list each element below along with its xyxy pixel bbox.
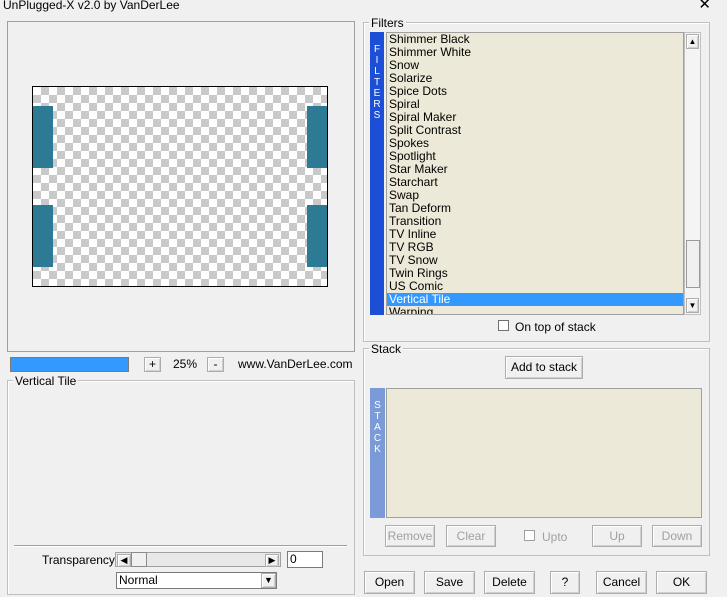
slider-right-icon[interactable]: ▶ <box>265 554 279 567</box>
transparency-input[interactable]: 0 <box>287 551 323 568</box>
filters-list[interactable]: Shimmer Black Shimmer White Snow Solarize Sp… <box>386 32 684 315</box>
cancel-button[interactable]: Cancel <box>596 571 647 594</box>
zoom-out-button[interactable]: - <box>207 357 224 372</box>
filter-item[interactable]: Shimmer White <box>387 46 683 59</box>
filters-strip-letter: E <box>373 88 381 99</box>
down-button[interactable]: Down <box>652 525 702 547</box>
up-button[interactable]: Up <box>592 525 642 547</box>
preview-tile <box>307 205 327 267</box>
scroll-thumb[interactable] <box>686 240 700 288</box>
filters-strip-letter: S <box>373 110 381 121</box>
effect-group-label: Vertical Tile <box>13 374 79 388</box>
chevron-down-icon[interactable]: ▼ <box>261 573 276 588</box>
zoom-in-button[interactable]: + <box>144 357 161 372</box>
delete-button[interactable]: Delete <box>484 571 535 594</box>
zoom-level: 25% <box>173 357 198 371</box>
slider-left-icon[interactable]: ◀ <box>117 554 131 567</box>
stack-strip-letter: K <box>374 444 381 455</box>
upto-checkbox[interactable] <box>524 530 535 541</box>
remove-button[interactable]: Remove <box>385 525 435 547</box>
stack-strip: STACK <box>370 388 385 518</box>
filters-strip: FILTERS <box>370 32 384 315</box>
progress-bar <box>10 357 129 372</box>
preview-tile <box>307 106 327 168</box>
filters-strip-letter: L <box>374 66 380 77</box>
filter-item[interactable]: Spice Dots <box>387 85 683 98</box>
upto-label: Upto <box>542 530 568 544</box>
on-top-label: On top of stack <box>515 320 596 334</box>
filters-group-label: Filters <box>369 16 406 30</box>
blend-mode-value: Normal <box>119 573 158 587</box>
close-icon[interactable]: ✕ <box>698 0 711 12</box>
clear-button[interactable]: Clear <box>446 525 496 547</box>
save-button[interactable]: Save <box>424 571 475 594</box>
stack-strip-letter: C <box>373 433 382 444</box>
filter-item[interactable]: Warping <box>387 306 683 315</box>
filters-strip-letter: I <box>375 55 379 66</box>
scroll-up-icon[interactable]: ▲ <box>686 34 699 49</box>
ok-button[interactable]: OK <box>656 571 707 594</box>
open-button[interactable]: Open <box>364 571 415 594</box>
blend-mode-select[interactable]: Normal ▼ <box>116 572 277 589</box>
on-top-checkbox[interactable] <box>498 320 509 331</box>
preview-tile <box>33 205 53 267</box>
stack-list[interactable] <box>386 388 702 518</box>
preview-tile <box>33 106 53 168</box>
filters-strip-letter: T <box>373 77 381 88</box>
preview-canvas[interactable] <box>32 86 328 287</box>
stack-strip-letter: S <box>374 400 381 411</box>
window-title: UnPlugged-X v2.0 by VanDerLee <box>3 0 180 12</box>
transparency-label: Transparency <box>42 553 115 567</box>
website-link[interactable]: www.VanDerLee.com <box>238 357 353 371</box>
divider <box>14 545 347 547</box>
filters-strip-letter: R <box>373 99 381 110</box>
filters-strip-letter: F <box>373 44 381 55</box>
filter-item[interactable]: Split Contrast <box>387 124 683 137</box>
filter-item[interactable]: Starchart <box>387 176 683 189</box>
add-to-stack-button[interactable]: Add to stack <box>505 356 583 379</box>
help-button[interactable]: ? <box>550 571 580 594</box>
scroll-down-icon[interactable]: ▼ <box>686 298 699 313</box>
title-bar: UnPlugged-X v2.0 by VanDerLee ✕ <box>0 0 727 13</box>
stack-strip-letter: A <box>374 422 381 433</box>
stack-group-label: Stack <box>369 342 404 356</box>
slider-thumb[interactable] <box>131 552 147 567</box>
stack-strip-letter: T <box>374 411 381 422</box>
